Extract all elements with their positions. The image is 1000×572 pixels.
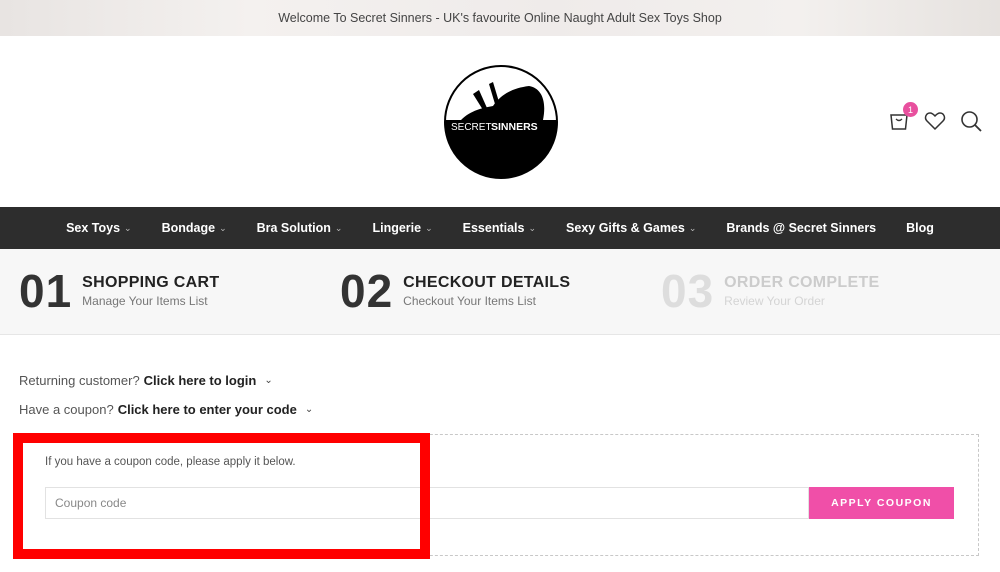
nav-label: Blog: [906, 221, 934, 235]
logo-word-secret: SECRET: [451, 122, 492, 133]
nav-label: Sex Toys: [66, 221, 121, 235]
step-number: 02: [340, 265, 394, 317]
site-header: SECRET SINNERS 1: [0, 36, 1000, 207]
step-number: 01: [19, 265, 73, 317]
step-shopping-cart[interactable]: 01 SHOPPING CART Manage Your Items List: [19, 266, 219, 316]
nav-label: Lingerie: [372, 221, 422, 235]
heart-icon[interactable]: [924, 110, 946, 132]
step-subtitle: Checkout Your Items List: [403, 294, 536, 308]
chevron-down-icon: ⌄: [334, 222, 343, 233]
nav-label: Brands @ Secret Sinners: [726, 221, 877, 235]
nav-label: Sexy Gifts & Games: [566, 221, 685, 235]
notice-prefix: Returning customer?: [19, 373, 140, 388]
login-toggle-link[interactable]: Click here to login: [144, 373, 257, 388]
logo-word-sinners: SINNERS: [491, 121, 538, 133]
step-number: 03: [661, 265, 715, 317]
chevron-down-icon[interactable]: ⌄: [264, 375, 272, 386]
step-subtitle: Manage Your Items List: [82, 294, 208, 308]
announcement-bar: Welcome To Secret Sinners - UK's favouri…: [0, 0, 1000, 36]
apply-coupon-button[interactable]: APPLY COUPON: [809, 487, 954, 519]
chevron-down-icon[interactable]: ⌄: [305, 404, 313, 415]
chevron-down-icon: ⌄: [425, 222, 433, 233]
announcement-text: Welcome To Secret Sinners - UK's favouri…: [278, 11, 722, 25]
nav-label: Bra Solution: [256, 221, 331, 235]
returning-customer-notice: Returning customer? Click here to login …: [19, 373, 273, 388]
search-icon[interactable]: [960, 110, 982, 132]
cart-icon[interactable]: 1: [888, 102, 918, 132]
notice-prefix: Have a coupon?: [19, 402, 114, 417]
nav-item-brands[interactable]: Brands @ Secret Sinners: [711, 221, 891, 235]
nav-item-essentials[interactable]: Essentials ⌄: [448, 221, 551, 235]
step-title: SHOPPING CART: [82, 274, 220, 291]
nav-label: Essentials: [462, 221, 525, 235]
nav-item-lingerie[interactable]: Lingerie ⌄: [357, 221, 447, 235]
coupon-code-input[interactable]: [45, 487, 809, 519]
checkout-steps: 01 SHOPPING CART Manage Your Items List …: [0, 249, 1000, 335]
nav-item-bra-solution[interactable]: Bra Solution ⌄: [242, 221, 358, 235]
header-icons: 1: [888, 102, 982, 132]
nav-item-sex-toys[interactable]: Sex Toys ⌄: [51, 221, 147, 235]
nav-item-bondage[interactable]: Bondage ⌄: [147, 221, 242, 235]
step-title: CHECKOUT DETAILS: [403, 274, 571, 291]
cart-count-badge: 1: [903, 102, 918, 117]
chevron-down-icon: ⌄: [528, 222, 537, 233]
main-nav: Sex Toys ⌄ Bondage ⌄ Bra Solution ⌄ Ling…: [0, 207, 1000, 249]
step-checkout-details: 02 CHECKOUT DETAILS Checkout Your Items …: [340, 266, 570, 316]
coupon-hint-text: If you have a coupon code, please apply …: [45, 456, 296, 468]
nav-item-blog[interactable]: Blog: [891, 221, 949, 235]
coupon-toggle-link[interactable]: Click here to enter your code: [118, 402, 297, 417]
chevron-down-icon: ⌄: [688, 222, 697, 233]
chevron-down-icon: ⌄: [219, 222, 227, 233]
nav-item-sexy-gifts-games[interactable]: Sexy Gifts & Games ⌄: [551, 221, 711, 235]
step-subtitle: Review Your Order: [724, 294, 825, 308]
chevron-down-icon: ⌄: [124, 222, 132, 233]
step-title: ORDER COMPLETE: [724, 274, 880, 291]
coupon-notice: Have a coupon? Click here to enter your …: [19, 402, 313, 417]
nav-label: Bondage: [161, 221, 216, 235]
step-order-complete: 03 ORDER COMPLETE Review Your Order: [661, 266, 880, 316]
secret-sinners-logo[interactable]: SECRET SINNERS: [443, 64, 559, 180]
